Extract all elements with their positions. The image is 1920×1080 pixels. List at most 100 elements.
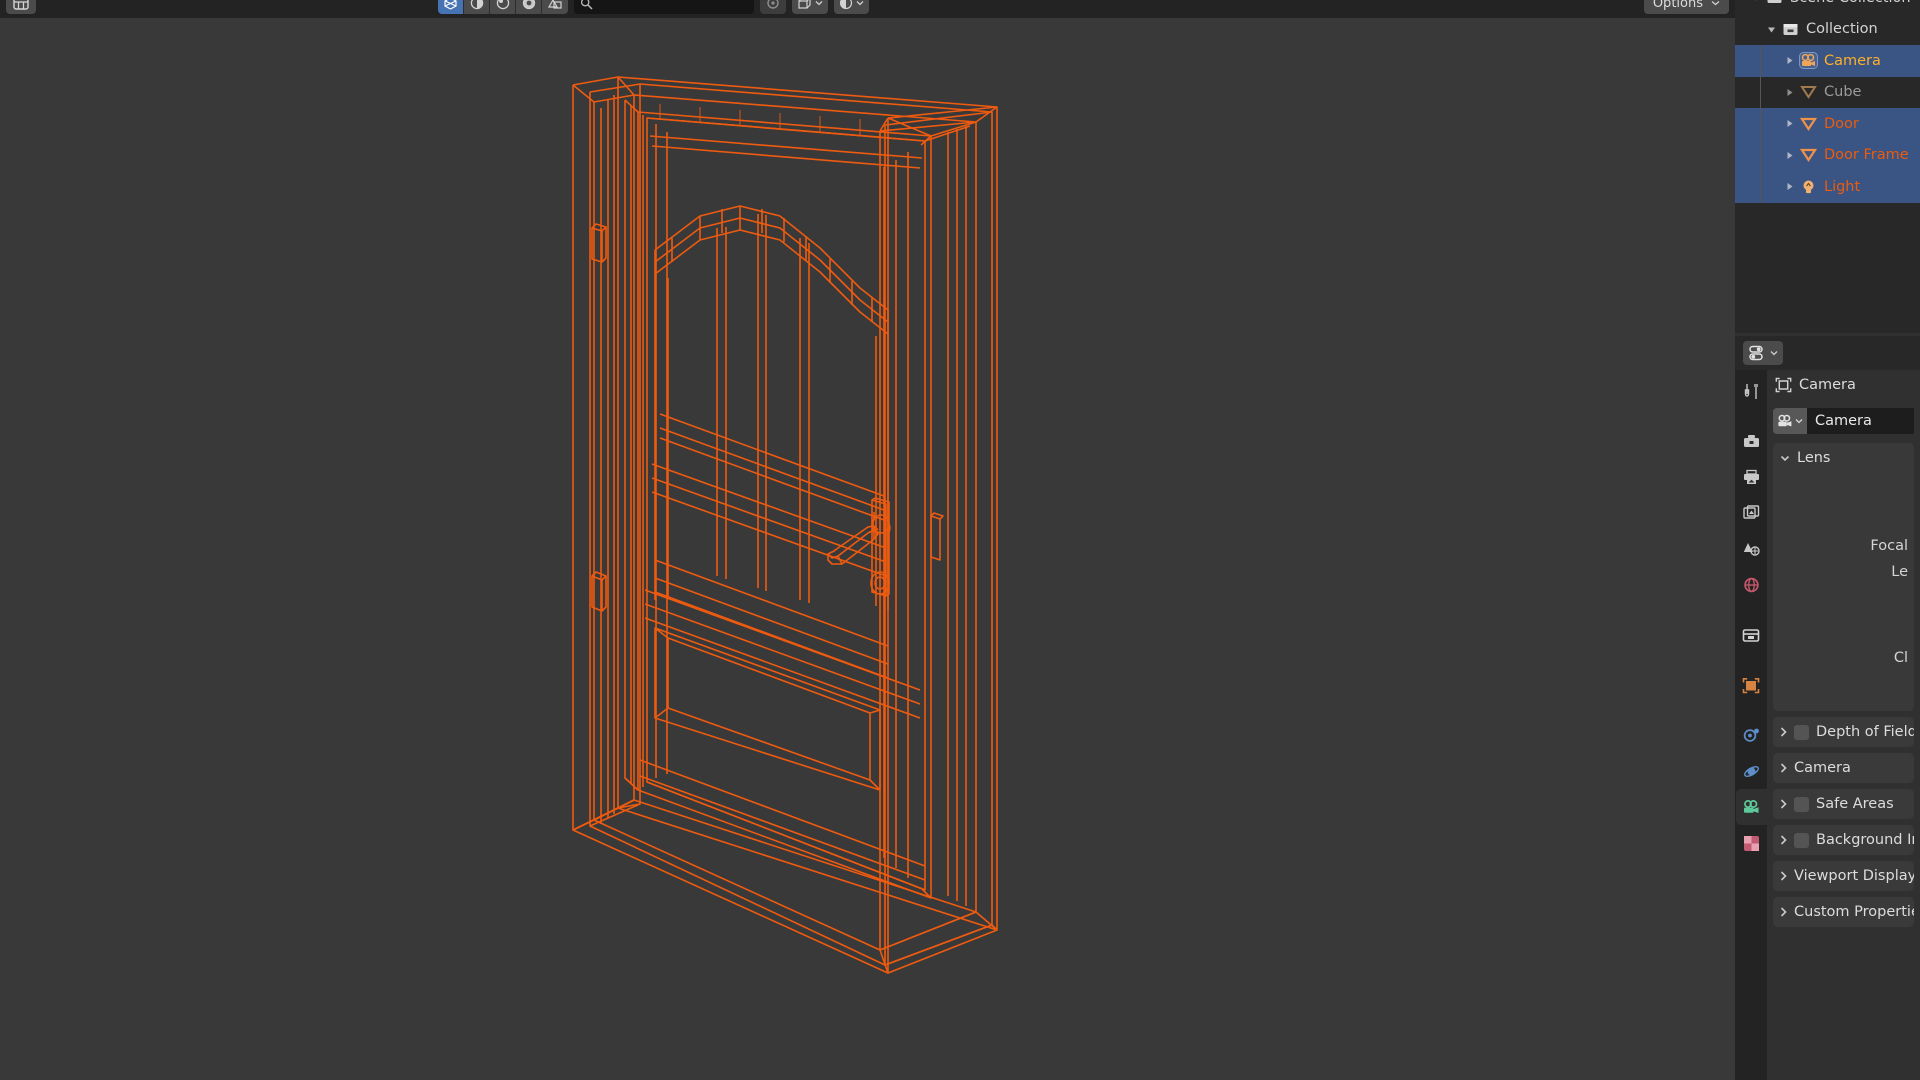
collection-icon bbox=[1779, 18, 1801, 40]
chevron-right-icon[interactable] bbox=[1780, 871, 1787, 881]
properties-tab-scene[interactable] bbox=[1736, 534, 1766, 564]
properties-tab-column[interactable] bbox=[1735, 370, 1768, 1080]
disclosure-triangle-right-icon[interactable] bbox=[1781, 77, 1797, 109]
object-square-icon bbox=[1742, 677, 1760, 693]
field-lens-unit[interactable]: Le bbox=[1773, 559, 1914, 585]
panel-camera[interactable]: Camera bbox=[1773, 753, 1914, 783]
material-preview-shading-button[interactable] bbox=[490, 0, 516, 14]
outliner-row-door-frame[interactable]: Door Frame bbox=[1735, 139, 1920, 172]
editor-type-icon[interactable] bbox=[6, 0, 36, 14]
mesh-data-icon bbox=[1797, 81, 1819, 103]
disclosure-triangle-right-icon[interactable] bbox=[1781, 140, 1797, 172]
disclosure-triangle-down-icon[interactable] bbox=[1763, 14, 1779, 46]
properties-tab-physics[interactable] bbox=[1736, 756, 1766, 786]
depth-of-field-checkbox[interactable] bbox=[1794, 724, 1809, 740]
3d-viewport[interactable]: Options bbox=[0, 0, 1735, 1080]
breadcrumb-label: Camera bbox=[1799, 377, 1856, 393]
panel-depth-of-field-label: Depth of Field bbox=[1816, 724, 1914, 740]
properties-header[interactable] bbox=[1735, 336, 1920, 370]
light-data-icon bbox=[1797, 176, 1819, 198]
panel-lens-header[interactable]: Lens bbox=[1773, 443, 1914, 473]
view-layer-images-icon bbox=[1742, 505, 1759, 519]
chevron-down-icon bbox=[1795, 419, 1803, 424]
viewport-header[interactable]: Options bbox=[0, 0, 1735, 18]
proportional-edit-button[interactable] bbox=[834, 0, 869, 14]
properties-tab-output[interactable] bbox=[1736, 462, 1766, 492]
properties-tab-object-data[interactable] bbox=[1736, 789, 1768, 825]
outliner-label-scene-collection: Scene Collection bbox=[1790, 0, 1911, 6]
camera-datablock-selector[interactable]: Camera bbox=[1773, 408, 1914, 434]
physics-orbit-icon bbox=[1743, 765, 1759, 777]
tree-guide-line bbox=[1760, 108, 1761, 140]
search-input[interactable] bbox=[574, 0, 754, 14]
disclosure-triangle-right-icon[interactable] bbox=[1781, 108, 1797, 140]
chevron-down-icon[interactable] bbox=[1780, 455, 1790, 462]
datablock-name-field[interactable]: Camera bbox=[1807, 408, 1914, 434]
chevron-right-icon[interactable] bbox=[1780, 907, 1787, 917]
shading-mode-group[interactable] bbox=[438, 0, 568, 14]
properties-tab-modifiers[interactable] bbox=[1736, 720, 1766, 750]
world-globe-icon bbox=[1743, 577, 1759, 593]
rendered-shading-button[interactable] bbox=[516, 0, 542, 14]
disclosure-triangle-right-icon[interactable] bbox=[1781, 45, 1797, 77]
chevron-down-icon bbox=[856, 1, 864, 6]
panel-custom-properties-label: Custom Properties bbox=[1794, 904, 1914, 920]
chevron-right-icon[interactable] bbox=[1780, 835, 1787, 845]
panel-background-images[interactable]: Background Images bbox=[1773, 825, 1914, 855]
safe-areas-checkbox[interactable] bbox=[1794, 796, 1809, 812]
properties-tab-texture[interactable] bbox=[1736, 828, 1766, 858]
field-focal-length[interactable]: Focal bbox=[1773, 533, 1914, 559]
camera-data-icon bbox=[1778, 414, 1792, 427]
tree-guide-line bbox=[1760, 76, 1761, 108]
panel-depth-of-field[interactable]: Depth of Field bbox=[1773, 717, 1914, 747]
output-printer-icon bbox=[1743, 469, 1759, 484]
background-images-checkbox[interactable] bbox=[1794, 832, 1809, 848]
texture-checker-icon bbox=[1743, 835, 1759, 851]
panel-custom-properties[interactable]: Custom Properties bbox=[1773, 897, 1914, 927]
datablock-id-button[interactable] bbox=[1773, 408, 1807, 434]
properties-tab-view-layer[interactable] bbox=[1736, 498, 1766, 528]
camera-data-green-icon bbox=[1744, 800, 1759, 813]
chevron-right-icon[interactable] bbox=[1780, 763, 1787, 773]
xray-toggle-button[interactable] bbox=[542, 0, 568, 14]
panel-safe-areas[interactable]: Safe Areas bbox=[1773, 789, 1914, 819]
properties-tab-render[interactable] bbox=[1736, 426, 1766, 456]
solid-shading-button[interactable] bbox=[464, 0, 490, 14]
properties-tab-object[interactable] bbox=[1736, 670, 1766, 700]
chevron-right-icon[interactable] bbox=[1780, 799, 1787, 809]
chevron-down-icon bbox=[815, 1, 823, 6]
snap-magnet-button[interactable] bbox=[760, 0, 786, 14]
properties-tab-tool[interactable] bbox=[1736, 376, 1766, 406]
disclosure-triangle-right-icon[interactable] bbox=[1781, 171, 1797, 203]
outliner-row-cube[interactable]: Cube bbox=[1735, 76, 1920, 109]
panel-viewport-display[interactable]: Viewport Display bbox=[1773, 861, 1914, 891]
outliner-editor[interactable]: Scene Collection Collection bbox=[1735, 0, 1920, 333]
chevron-down-icon bbox=[1770, 351, 1777, 356]
disclosure-triangle-down-icon[interactable] bbox=[1747, 0, 1763, 14]
properties-tab-world[interactable] bbox=[1736, 570, 1766, 600]
viewport-options-button[interactable]: Options bbox=[1643, 0, 1729, 14]
transform-orientation-button[interactable] bbox=[792, 0, 828, 14]
chevron-right-icon[interactable] bbox=[1780, 727, 1787, 737]
breadcrumb: Camera bbox=[1767, 370, 1920, 400]
field-clip-start[interactable]: Cl bbox=[1773, 645, 1914, 671]
outliner-row-collection[interactable]: Collection bbox=[1735, 14, 1920, 46]
outliner-row-door[interactable]: Door bbox=[1735, 108, 1920, 140]
tree-guide-line bbox=[1760, 139, 1761, 171]
properties-content[interactable]: Camera Camera Lens Focal Le Cl Depth of … bbox=[1767, 370, 1920, 1080]
outliner-row-camera[interactable]: Camera bbox=[1735, 45, 1920, 77]
panel-safe-areas-label: Safe Areas bbox=[1816, 796, 1894, 812]
panel-lens[interactable]: Lens Focal Le Cl bbox=[1773, 443, 1914, 711]
outliner-row-scene-collection[interactable]: Scene Collection bbox=[1735, 0, 1920, 14]
blender-window: Options Scene Collection bbox=[0, 0, 1920, 1080]
panel-camera-label: Camera bbox=[1794, 760, 1851, 776]
properties-editor[interactable]: Camera Camera Lens Focal Le Cl Depth of … bbox=[1735, 336, 1920, 1080]
wireframe-shading-button[interactable] bbox=[438, 0, 464, 14]
options-label: Options bbox=[1652, 0, 1703, 11]
scene-cone-icon bbox=[1743, 543, 1760, 556]
outliner-row-light[interactable]: Light bbox=[1735, 171, 1920, 203]
collection-box-icon bbox=[1742, 628, 1760, 642]
properties-editor-type-button[interactable] bbox=[1743, 341, 1783, 365]
tree-guide-line bbox=[1760, 45, 1761, 77]
properties-tab-collection[interactable] bbox=[1736, 620, 1766, 650]
